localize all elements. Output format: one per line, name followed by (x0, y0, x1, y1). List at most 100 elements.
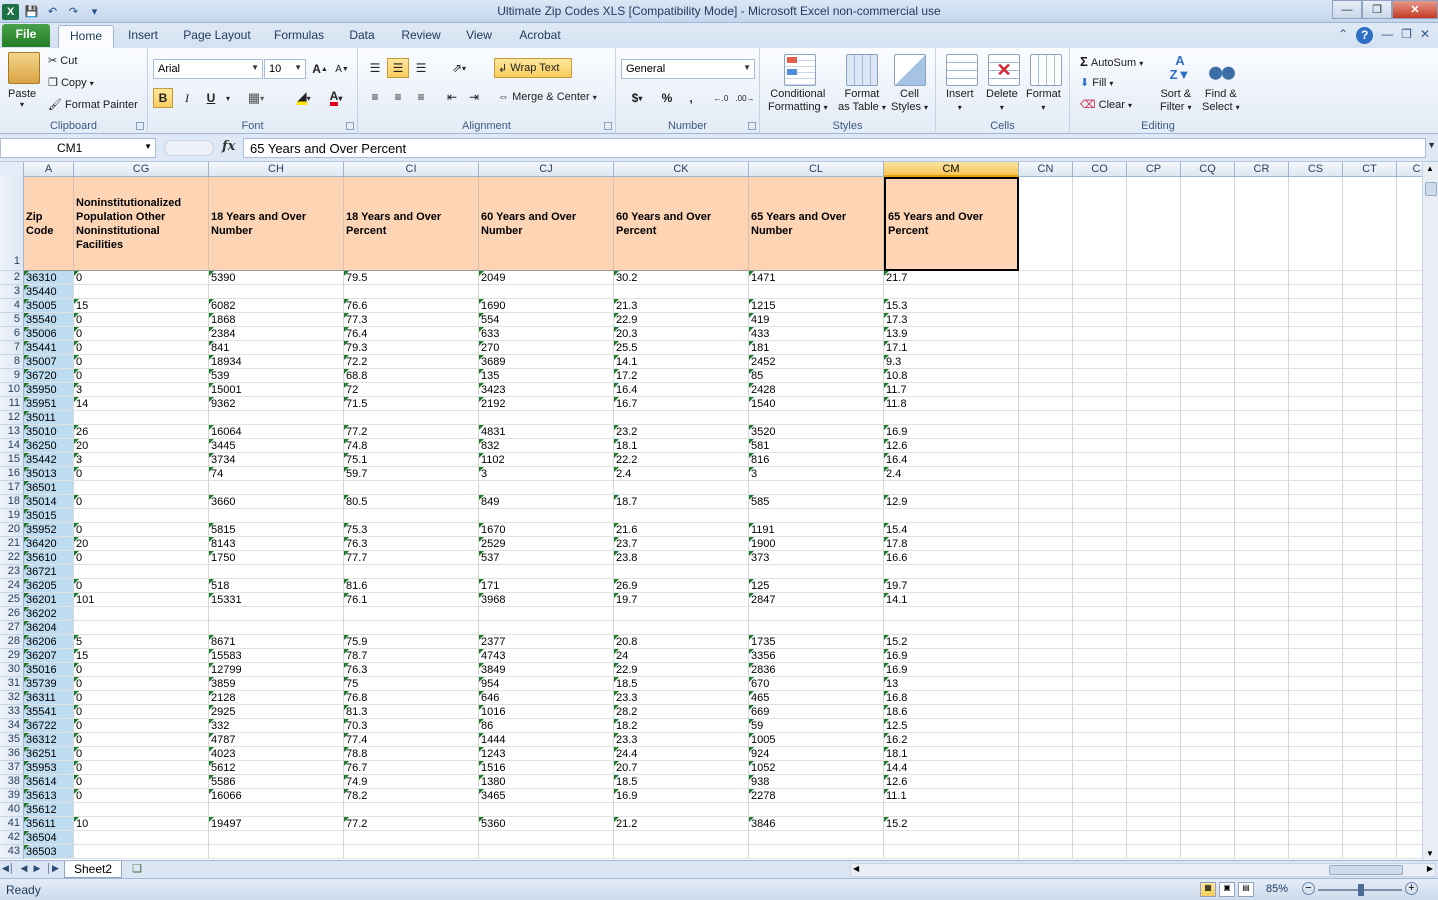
empty-cell[interactable] (1397, 313, 1422, 327)
empty-cell[interactable] (1181, 509, 1235, 523)
header-cell-ci[interactable]: 18 Years and Over Percent (344, 177, 479, 271)
empty-cell[interactable] (1343, 411, 1397, 425)
data-cell[interactable]: 59 (749, 719, 884, 733)
data-cell[interactable] (749, 285, 884, 299)
data-cell[interactable] (884, 411, 1019, 425)
data-cell[interactable] (614, 621, 749, 635)
empty-cell[interactable] (1127, 383, 1181, 397)
data-cell[interactable]: 20.7 (614, 761, 749, 775)
empty-cell[interactable] (1019, 299, 1073, 313)
data-cell[interactable]: 670 (749, 677, 884, 691)
align-top-icon[interactable]: ☰ (364, 58, 386, 78)
zip-code-cell[interactable]: 36420 (24, 537, 74, 551)
data-cell[interactable]: 4023 (209, 747, 344, 761)
empty-cell[interactable] (1235, 397, 1289, 411)
data-cell[interactable]: 16.9 (884, 649, 1019, 663)
data-cell[interactable] (479, 845, 614, 859)
empty-cell[interactable] (1289, 383, 1343, 397)
data-cell[interactable] (749, 607, 884, 621)
zip-code-cell[interactable]: 35612 (24, 803, 74, 817)
empty-cell[interactable] (1289, 593, 1343, 607)
data-cell[interactable]: 4787 (209, 733, 344, 747)
empty-cell[interactable] (1073, 691, 1127, 705)
empty-cell[interactable] (1181, 369, 1235, 383)
empty-cell[interactable] (1289, 327, 1343, 341)
zip-code-cell[interactable]: 35005 (24, 299, 74, 313)
empty-cell[interactable] (1397, 789, 1422, 803)
vertical-scroll-thumb[interactable] (1425, 182, 1437, 196)
merge-center-button[interactable]: ⇔ Merge & Center ▾ (494, 87, 612, 107)
empty-cell[interactable] (1397, 551, 1422, 565)
empty-cell[interactable] (1019, 747, 1073, 761)
empty-cell[interactable] (1019, 677, 1073, 691)
data-cell[interactable]: 14.4 (884, 761, 1019, 775)
empty-cell[interactable] (1073, 425, 1127, 439)
empty-cell[interactable] (1397, 761, 1422, 775)
header-cell-cj[interactable]: 60 Years and Over Number (479, 177, 614, 271)
data-cell[interactable] (884, 831, 1019, 845)
insert-button[interactable]: Insert ▾ (946, 88, 974, 114)
empty-cell[interactable] (1127, 649, 1181, 663)
underline-button[interactable]: U (201, 88, 221, 108)
empty-cell[interactable] (1127, 537, 1181, 551)
empty-cell[interactable] (1343, 607, 1397, 621)
data-cell[interactable] (614, 481, 749, 495)
zip-code-cell[interactable]: 36721 (24, 565, 74, 579)
row-header[interactable]: 8 (0, 355, 24, 369)
row-header[interactable]: 30 (0, 663, 24, 677)
empty-cell[interactable] (1343, 691, 1397, 705)
empty-cell[interactable] (1397, 299, 1422, 313)
empty-cell[interactable] (1127, 425, 1181, 439)
data-cell[interactable]: 12.6 (884, 439, 1019, 453)
empty-cell[interactable] (1019, 691, 1073, 705)
data-cell[interactable] (614, 285, 749, 299)
empty-cell[interactable] (1019, 621, 1073, 635)
data-cell[interactable]: 30.2 (614, 271, 749, 285)
data-cell[interactable]: 16.6 (884, 551, 1019, 565)
empty-cell[interactable] (1127, 719, 1181, 733)
empty-cell[interactable] (1073, 383, 1127, 397)
header-cell-cm[interactable]: 65 Years and Over Percent (884, 177, 1019, 271)
empty-cell[interactable] (1127, 369, 1181, 383)
data-cell[interactable]: 13.9 (884, 327, 1019, 341)
empty-cell[interactable] (1343, 831, 1397, 845)
empty-cell[interactable] (1343, 649, 1397, 663)
empty-cell[interactable] (1127, 523, 1181, 537)
data-cell[interactable]: 17.2 (614, 369, 749, 383)
data-cell[interactable]: 16064 (209, 425, 344, 439)
empty-cell[interactable] (1235, 523, 1289, 537)
empty-cell[interactable] (1343, 369, 1397, 383)
data-cell[interactable]: 20.8 (614, 635, 749, 649)
doc-minimize-icon[interactable]: — (1381, 27, 1393, 44)
data-cell[interactable]: 2452 (749, 355, 884, 369)
page-layout-view-icon[interactable]: ▣ (1219, 882, 1235, 897)
empty-cell[interactable] (1019, 453, 1073, 467)
empty-cell[interactable] (1235, 425, 1289, 439)
empty-cell[interactable] (1073, 579, 1127, 593)
data-cell[interactable]: 1102 (479, 453, 614, 467)
empty-cell[interactable] (1073, 789, 1127, 803)
empty-cell[interactable] (1181, 705, 1235, 719)
tab-insert[interactable]: Insert (120, 25, 166, 48)
column-header-co[interactable]: CO (1073, 162, 1127, 177)
empty-cell[interactable] (1127, 663, 1181, 677)
data-cell[interactable]: 11.7 (884, 383, 1019, 397)
row-header[interactable]: 37 (0, 761, 24, 775)
empty-cell[interactable] (1181, 733, 1235, 747)
empty-cell[interactable] (1343, 803, 1397, 817)
empty-cell[interactable] (1289, 607, 1343, 621)
empty-cell[interactable] (1289, 299, 1343, 313)
empty-cell[interactable] (1235, 649, 1289, 663)
empty-cell[interactable] (1127, 327, 1181, 341)
empty-cell[interactable] (1235, 565, 1289, 579)
data-cell[interactable] (344, 831, 479, 845)
empty-cell[interactable] (1397, 593, 1422, 607)
empty-cell[interactable] (1235, 761, 1289, 775)
bold-button[interactable]: B (153, 88, 173, 108)
empty-cell[interactable] (1127, 845, 1181, 859)
column-header-ch[interactable]: CH (209, 162, 344, 177)
align-middle-icon[interactable]: ☰ (387, 58, 409, 78)
zip-code-cell[interactable]: 36250 (24, 439, 74, 453)
empty-cell[interactable] (1397, 439, 1422, 453)
data-cell[interactable] (344, 803, 479, 817)
